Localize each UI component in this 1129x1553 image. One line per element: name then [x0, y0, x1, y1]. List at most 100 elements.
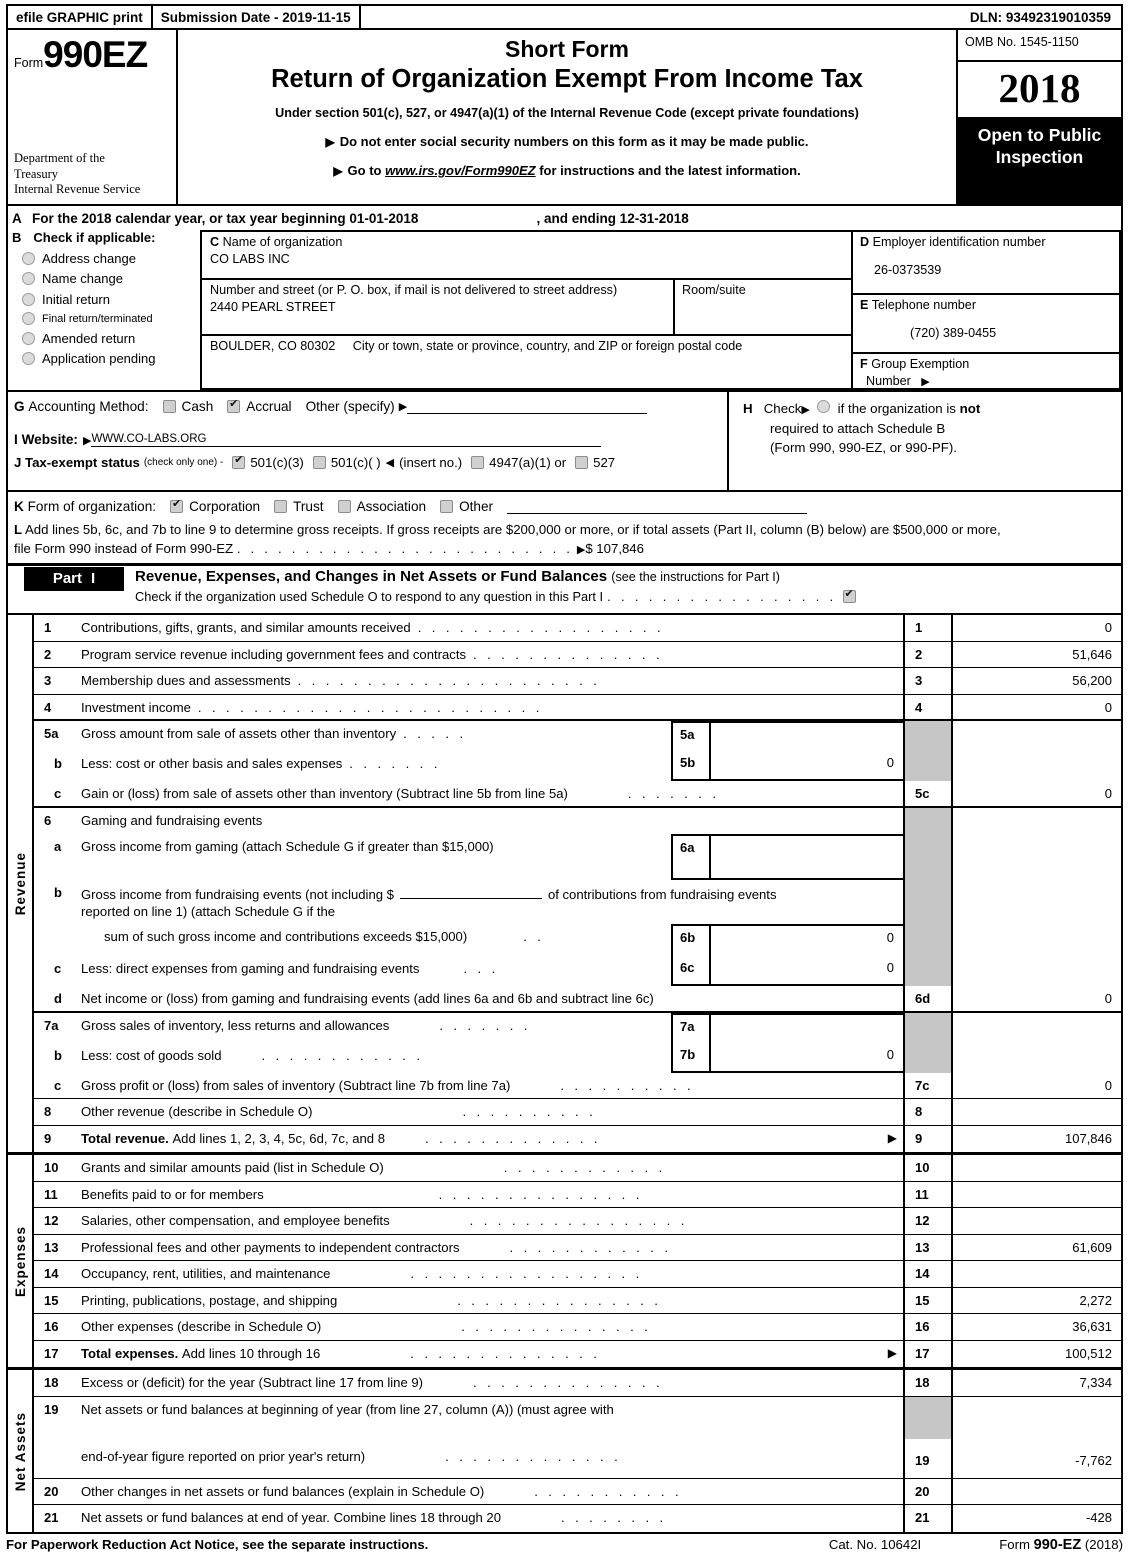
sub-line-number: 7a: [673, 1014, 711, 1043]
sub-line-value[interactable]: 0: [711, 751, 903, 779]
sub-line-value[interactable]: 0: [711, 956, 903, 984]
line-description: Gain or (loss) from sale of assets other…: [80, 781, 903, 806]
irs-form-link[interactable]: www.irs.gov/Form990EZ: [385, 163, 536, 178]
line-value[interactable]: [951, 1155, 1121, 1181]
schedule-o-checkbox[interactable]: [842, 588, 856, 604]
line-value[interactable]: 0: [951, 986, 1121, 1011]
checkbox-address-change[interactable]: Address change: [22, 251, 200, 266]
checkbox-application-pending[interactable]: Application pending: [22, 351, 200, 366]
line-description-text: Net assets or fund balances at beginning…: [81, 1401, 614, 1417]
line-value[interactable]: [951, 1099, 1121, 1125]
line-value[interactable]: 100,512: [951, 1340, 1121, 1368]
checkbox-final-return[interactable]: Final return/terminated: [22, 312, 200, 325]
checkbox-icon[interactable]: [575, 456, 589, 469]
submission-date: Submission Date - 2019-11-15: [153, 6, 361, 28]
checkbox-icon[interactable]: [22, 251, 35, 265]
sub-line-value[interactable]: [711, 836, 903, 878]
website-value[interactable]: WWW.CO-LABS.ORG: [91, 433, 602, 447]
line-value[interactable]: 2,272: [951, 1287, 1121, 1314]
checkbox-name-change[interactable]: Name change: [22, 271, 200, 286]
line-description: Net assets or fund balances at beginning…: [80, 1397, 903, 1439]
sub-line-value[interactable]: 0: [711, 1043, 903, 1071]
checkbox-initial-return[interactable]: Initial return: [22, 292, 200, 307]
line-value[interactable]: 0: [951, 615, 1121, 641]
sub-line-value[interactable]: 0: [711, 926, 903, 956]
checkbox-icon[interactable]: [817, 400, 831, 413]
efile-print-label: efile GRAPHIC print: [8, 6, 153, 28]
arrow-icon: ▶: [801, 404, 810, 416]
checkbox-icon[interactable]: [440, 500, 454, 513]
checkbox-amended-return[interactable]: Amended return: [22, 331, 200, 346]
radio-cash[interactable]: Cash: [162, 399, 213, 414]
line-description: Contributions, gifts, grants, and simila…: [80, 615, 903, 641]
radio-accrual[interactable]: Accrual: [227, 398, 292, 414]
radio-corporation-label: Corporation: [189, 499, 261, 514]
checkbox-checked-icon[interactable]: [227, 398, 241, 413]
line-value[interactable]: 7,334: [951, 1370, 1121, 1396]
checkbox-icon[interactable]: [22, 292, 35, 306]
radio-association[interactable]: Association: [337, 499, 426, 514]
line-description: Excess or (deficit) for the year (Subtra…: [80, 1370, 903, 1396]
footer-form-number: 990-EZ: [1033, 1536, 1082, 1553]
checkbox-icon[interactable]: [22, 312, 35, 325]
radio-trust[interactable]: Trust: [274, 499, 324, 514]
line-description-text: Excess or (deficit) for the year (Subtra…: [81, 1375, 424, 1391]
table-row: 14 Occupancy, rent, utilities, and maint…: [34, 1261, 1121, 1288]
radio-4947a1-label: 4947(a)(1) or: [489, 455, 567, 470]
line-value[interactable]: 61,609: [951, 1234, 1121, 1261]
line-description: Gross income from gaming (attach Schedul…: [80, 834, 671, 880]
checkbox-icon[interactable]: [22, 352, 35, 365]
radio-501c3[interactable]: 501(c)(3): [232, 454, 304, 470]
line-value[interactable]: [951, 1478, 1121, 1505]
checkbox-icon[interactable]: [312, 456, 326, 469]
section-h-letter: H: [743, 401, 753, 416]
fundraising-contrib-input[interactable]: [399, 885, 542, 900]
other-org-input[interactable]: [507, 500, 808, 514]
section-i-letter: I: [14, 432, 18, 447]
line-value[interactable]: -428: [951, 1505, 1121, 1532]
net-assets-rows: 18 Excess or (deficit) for the year (Sub…: [34, 1370, 1121, 1532]
sub-line-value[interactable]: [711, 723, 903, 751]
checkbox-icon[interactable]: [274, 500, 288, 513]
line-description: Membership dues and assessments . . . . .…: [80, 668, 903, 694]
line-value[interactable]: 107,846: [951, 1125, 1121, 1153]
line-description-text: Other revenue (describe in Schedule O): [81, 1104, 313, 1120]
line-number: 6: [44, 812, 52, 828]
line-description: Printing, publications, postage, and shi…: [80, 1288, 903, 1314]
radio-other-org[interactable]: Other: [440, 499, 493, 514]
line-description-text: Add lines 10 through 16: [181, 1345, 321, 1361]
radio-corporation[interactable]: Corporation: [170, 498, 261, 514]
line-description: Salaries, other compensation, and employ…: [80, 1208, 903, 1234]
radio-4947a1[interactable]: 4947(a)(1) or: [471, 455, 566, 470]
accounting-other-input[interactable]: [407, 400, 648, 414]
line-description: Net assets or fund balances at end of ye…: [80, 1505, 903, 1532]
leader-dots: . . . . . . . .: [561, 1510, 667, 1526]
line-value[interactable]: -7,762: [951, 1438, 1121, 1478]
section-a-ending: , and ending 12-31-2018: [536, 211, 689, 226]
line-value[interactable]: [951, 1181, 1121, 1208]
checkbox-icon[interactable]: [22, 272, 35, 285]
radio-501c-other[interactable]: 501(c)( ): [312, 455, 381, 470]
checkbox-icon[interactable]: [22, 331, 35, 345]
checkbox-icon[interactable]: [162, 400, 176, 413]
line-ref-blocked: [903, 1396, 951, 1439]
checkbox-checked-icon[interactable]: [232, 454, 246, 469]
line-value[interactable]: 0: [951, 1072, 1121, 1099]
line-description-text: sum of such gross income and contributio…: [104, 929, 468, 945]
section-d-ein: D Employer identification number 26-0373…: [853, 232, 1119, 295]
checkbox-icon[interactable]: [337, 500, 351, 513]
radio-527[interactable]: 527: [575, 455, 615, 470]
line-value[interactable]: 56,200: [951, 668, 1121, 694]
line-value[interactable]: [951, 1208, 1121, 1234]
line-value[interactable]: 0: [951, 694, 1121, 720]
line-value[interactable]: 36,631: [951, 1314, 1121, 1340]
line-value[interactable]: [951, 1261, 1121, 1287]
checkbox-icon[interactable]: [471, 456, 485, 469]
line-value[interactable]: 51,646: [951, 641, 1121, 668]
sub-line-value[interactable]: [711, 1015, 903, 1043]
line-value[interactable]: 0: [951, 781, 1121, 806]
checkbox-checked-icon[interactable]: [170, 498, 184, 513]
line-ref-blocked: [903, 751, 951, 782]
line-description: Professional fees and other payments to …: [80, 1235, 903, 1261]
goto-prefix: Go to: [347, 163, 386, 179]
